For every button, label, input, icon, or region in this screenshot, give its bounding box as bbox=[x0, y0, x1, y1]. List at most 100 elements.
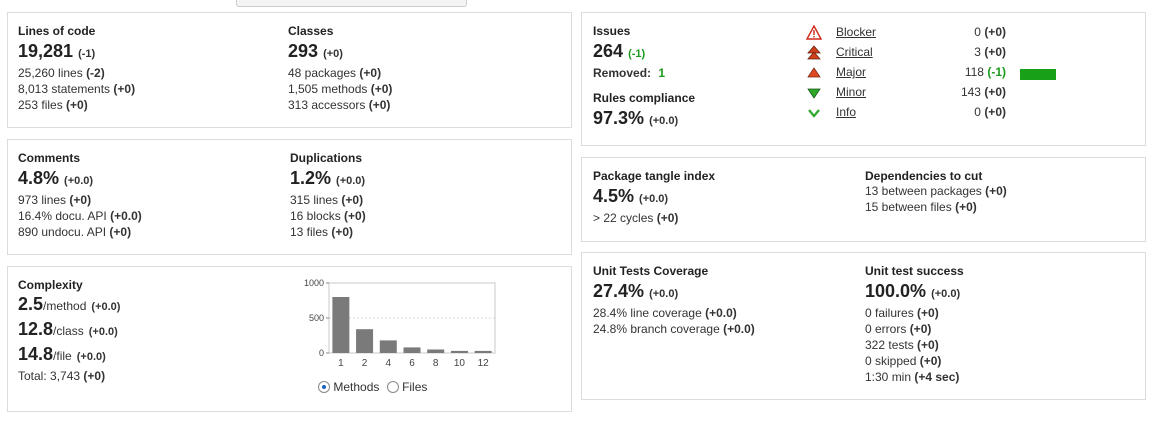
severity-count: 118 (-1) bbox=[964, 65, 1006, 79]
severity-list: Blocker 0 (+0) Critical 3 (+0) Major 118… bbox=[806, 23, 1106, 129]
classes-title: Classes bbox=[288, 24, 334, 38]
tangle-title: Package tangle index bbox=[593, 169, 716, 183]
duplications-title: Duplications bbox=[290, 151, 363, 165]
x-tick-label: 10 bbox=[454, 358, 466, 369]
complexity-distribution-chart: 050010001 2 4 6 8 10 12 bbox=[304, 279, 496, 369]
severity-link-critical[interactable]: Critical bbox=[836, 45, 873, 59]
methods-radio[interactable] bbox=[318, 380, 330, 393]
test-success-title: Unit test success bbox=[865, 264, 964, 278]
major-icon bbox=[807, 67, 821, 78]
metric-line: 0 failures (+0) bbox=[865, 306, 939, 320]
lines-of-code-title: Lines of code bbox=[18, 24, 96, 38]
distribution-toggle: Methods Files bbox=[318, 379, 427, 394]
complexity-class: 12.8/class (+0.0) bbox=[18, 319, 118, 339]
coverage-title: Unit Tests Coverage bbox=[593, 264, 709, 278]
severity-count: 3 (+0) bbox=[974, 45, 1006, 59]
complexity-file: 14.8/file (+0.0) bbox=[18, 344, 106, 364]
severity-row-major: Major 118 (-1) bbox=[806, 63, 1066, 83]
size-panel: Lines of code 19,281 (-1) 25,260 lines (… bbox=[7, 12, 572, 128]
metric-line: 28.4% line coverage (+0.0) bbox=[593, 306, 737, 320]
metric-line: 16.4% docu. API (+0.0) bbox=[18, 209, 142, 223]
x-tick-label: 12 bbox=[478, 358, 490, 369]
x-tick-label: 6 bbox=[409, 358, 415, 369]
bar bbox=[403, 347, 421, 353]
metric-line: 1,505 methods (+0) bbox=[288, 82, 393, 96]
classes-widget: Classes 293 (+0) 48 packages (+0) 1,505 … bbox=[288, 24, 392, 113]
y-tick-label: 1000 bbox=[304, 279, 324, 288]
coverage-widget: Unit Tests Coverage 27.4% (+0.0) 28.4% l… bbox=[593, 264, 755, 337]
bar bbox=[450, 350, 468, 353]
metric-line: 16 blocks (+0) bbox=[290, 209, 366, 223]
metric-line: 890 undocu. API (+0) bbox=[18, 225, 132, 239]
files-radio-label[interactable]: Files bbox=[402, 380, 427, 394]
tests-panel: Unit Tests Coverage 27.4% (+0.0) 28.4% l… bbox=[581, 252, 1146, 400]
coverage-value: 27.4% (+0.0) bbox=[593, 281, 679, 301]
metric-line: 973 lines (+0) bbox=[18, 193, 92, 207]
rules-compliance-title: Rules compliance bbox=[593, 91, 696, 105]
severity-count: 0 (+0) bbox=[974, 105, 1006, 119]
severity-link-blocker[interactable]: Blocker bbox=[836, 25, 876, 39]
design-panel: Package tangle index 4.5% (+0.0) > 22 cy… bbox=[581, 157, 1146, 242]
severity-row-critical: Critical 3 (+0) bbox=[806, 43, 1066, 63]
complexity-title: Complexity bbox=[18, 278, 83, 292]
bar bbox=[427, 349, 445, 353]
metric-line: > 22 cycles (+0) bbox=[593, 211, 679, 225]
info-icon bbox=[808, 109, 820, 118]
metric-line: 0 errors (+0) bbox=[865, 322, 932, 336]
comments-title: Comments bbox=[18, 151, 81, 165]
severity-row-info: Info 0 (+0) bbox=[806, 103, 1066, 123]
severity-link-minor[interactable]: Minor bbox=[836, 85, 866, 99]
rules-compliance-value: 97.3% (+0.0) bbox=[593, 108, 679, 128]
x-tick-label: 4 bbox=[386, 358, 392, 369]
comments-widget: Comments 4.8% (+0.0) 973 lines (+0) 16.4… bbox=[18, 151, 142, 240]
duplications-value: 1.2% (+0.0) bbox=[290, 168, 366, 188]
package-tangle-widget: Package tangle index 4.5% (+0.0) > 22 cy… bbox=[593, 169, 715, 226]
duplications-widget: Duplications 1.2% (+0.0) 315 lines (+0) … bbox=[290, 151, 366, 240]
metric-line: 322 tests (+0) bbox=[865, 338, 939, 352]
metric-line: 315 lines (+0) bbox=[290, 193, 364, 207]
severity-count: 143 (+0) bbox=[960, 85, 1006, 99]
metric-line: 24.8% branch coverage (+0.0) bbox=[593, 322, 755, 336]
metric-line: 13 files (+0) bbox=[290, 225, 354, 239]
x-tick-label: 1 bbox=[338, 358, 344, 369]
test-success-widget: Unit test success 100.0% (+0.0) 0 failur… bbox=[865, 264, 964, 385]
methods-radio-label[interactable]: Methods bbox=[333, 380, 379, 394]
bar bbox=[474, 350, 492, 353]
comments-panel: Comments 4.8% (+0.0) 973 lines (+0) 16.4… bbox=[7, 139, 572, 255]
severity-link-major[interactable]: Major bbox=[836, 65, 866, 79]
files-radio[interactable] bbox=[386, 380, 399, 393]
metric-line: 1:30 min (+4 sec) bbox=[865, 370, 960, 384]
severity-row-minor: Minor 143 (+0) bbox=[806, 83, 1066, 103]
minor-icon bbox=[807, 88, 821, 99]
issues-panel: Issues 264 (-1) Removed: 1 Rules complia… bbox=[581, 12, 1146, 146]
metric-line: 15 between files (+0) bbox=[865, 200, 977, 214]
dependencies-widget: Dependencies to cut 13 between packages … bbox=[865, 169, 1007, 215]
toolbar-stub bbox=[236, 0, 467, 7]
x-tick-label: 2 bbox=[362, 358, 368, 369]
complexity-panel: Complexity 2.5/method (+0.0) 12.8/class … bbox=[7, 266, 572, 412]
bar bbox=[356, 329, 374, 353]
lines-of-code-widget: Lines of code 19,281 (-1) 25,260 lines (… bbox=[18, 24, 135, 113]
metric-line: 48 packages (+0) bbox=[288, 66, 382, 80]
severity-row-blocker: Blocker 0 (+0) bbox=[806, 23, 1066, 43]
severity-link-info[interactable]: Info bbox=[836, 105, 856, 119]
x-tick-label: 8 bbox=[433, 358, 439, 369]
complexity-widget: Complexity 2.5/method (+0.0) 12.8/class … bbox=[18, 278, 120, 384]
metric-line: 25,260 lines (-2) bbox=[18, 66, 105, 80]
severity-bar-major bbox=[1020, 69, 1056, 80]
bar bbox=[379, 340, 397, 353]
issues-title: Issues bbox=[593, 24, 631, 38]
metric-line: 8,013 statements (+0) bbox=[18, 82, 136, 96]
dependencies-title: Dependencies to cut bbox=[865, 169, 983, 183]
bar bbox=[332, 297, 350, 353]
classes-value: 293 (+0) bbox=[288, 41, 343, 61]
y-tick-label: 500 bbox=[309, 313, 324, 323]
lines-of-code-value: 19,281 (-1) bbox=[18, 41, 96, 61]
y-tick-label: 0 bbox=[319, 348, 324, 358]
comments-value: 4.8% (+0.0) bbox=[18, 168, 94, 188]
blocker-icon bbox=[806, 25, 822, 40]
metric-line: 0 skipped (+0) bbox=[865, 354, 942, 368]
complexity-total: Total: 3,743 (+0) bbox=[18, 369, 106, 383]
metric-line: 13 between packages (+0) bbox=[865, 184, 1007, 198]
severity-count: 0 (+0) bbox=[974, 25, 1006, 39]
